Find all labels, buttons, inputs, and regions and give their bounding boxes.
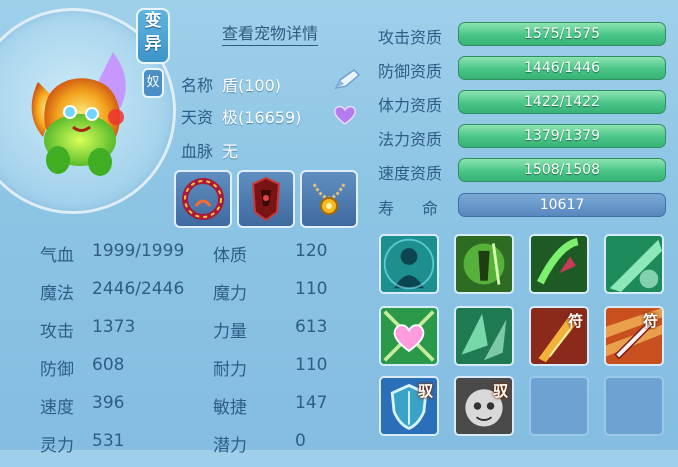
stat-value: 120 xyxy=(295,241,328,261)
lifespan-bar: 10617 xyxy=(458,193,666,217)
skill-tag: 驭 xyxy=(417,382,433,400)
skill-shield-icon[interactable]: 驭 xyxy=(379,376,439,436)
stat-value: 0 xyxy=(295,431,306,451)
skill-red-strike-icon[interactable]: 符 xyxy=(529,306,589,366)
empty-skill-slot[interactable] xyxy=(604,376,664,436)
master-badge: 奴 xyxy=(142,68,164,98)
collar-icon xyxy=(182,178,224,220)
pet-model-image xyxy=(31,52,126,176)
skill-green-shards-icon[interactable] xyxy=(454,306,514,366)
quality-label: 攻击资质 xyxy=(378,28,443,47)
stat-label: 魔力 xyxy=(213,284,247,304)
stat-label: 潜力 xyxy=(213,436,247,456)
quality-label: 法力资质 xyxy=(378,130,443,149)
skill-heart-burst-icon xyxy=(381,308,437,364)
stat-label: 攻击 xyxy=(40,322,74,342)
stat-label: 防御 xyxy=(40,360,74,380)
quality-label: 防御资质 xyxy=(378,62,443,81)
quality-bar: 1575/1575 xyxy=(458,22,666,46)
stat-value: 147 xyxy=(295,393,328,413)
pencil-icon[interactable] xyxy=(332,68,362,92)
equip-armor[interactable] xyxy=(237,170,295,228)
quality-label: 体力资质 xyxy=(378,96,443,115)
skill-light-beam-icon xyxy=(606,236,662,292)
stat-label: 灵力 xyxy=(40,436,74,456)
stat-label: 魔法 xyxy=(40,284,74,304)
quality-bar: 1508/1508 xyxy=(458,158,666,182)
skill-tag: 符 xyxy=(642,312,658,330)
skill-silhouette-icon[interactable] xyxy=(379,234,439,294)
quality-label: 速度资质 xyxy=(378,164,443,183)
skill-green-shards-icon xyxy=(456,308,512,364)
stat-row: 速度 396 敏捷 147 xyxy=(40,393,340,429)
name-value: 盾(100) xyxy=(222,76,282,95)
stat-value: 110 xyxy=(295,355,328,375)
stat-value: 2446/2446 xyxy=(92,279,185,299)
stat-value: 1373 xyxy=(92,317,136,337)
stat-label: 耐力 xyxy=(213,360,247,380)
armor-icon xyxy=(251,176,281,222)
skill-tag: 符 xyxy=(567,312,583,330)
stat-value: 1999/1999 xyxy=(92,241,185,261)
skill-sword-icon[interactable]: 符 xyxy=(604,306,664,366)
stat-value: 110 xyxy=(295,279,328,299)
aptitude-value: 极(16659) xyxy=(222,108,302,127)
bloodline-label: 血脉 xyxy=(181,142,214,161)
stat-label: 力量 xyxy=(213,322,247,342)
quality-bar: 1379/1379 xyxy=(458,124,666,148)
stat-row: 灵力 531 潜力 0 xyxy=(40,431,340,467)
bloodline-value: 无 xyxy=(222,142,239,161)
stat-row: 魔法 2446/2446 魔力 110 xyxy=(40,279,340,315)
aptitude-label: 天资 xyxy=(181,108,214,127)
heart-icon[interactable] xyxy=(333,104,357,126)
skill-claw-icon xyxy=(531,236,587,292)
view-pet-details-link[interactable]: 查看宠物详情 xyxy=(222,20,319,46)
stat-value: 396 xyxy=(92,393,125,413)
quality-bar: 1422/1422 xyxy=(458,90,666,114)
skill-tag: 驭 xyxy=(492,382,508,400)
stat-row: 防御 608 耐力 110 xyxy=(40,355,340,391)
skill-claw-icon[interactable] xyxy=(529,234,589,294)
stat-label: 速度 xyxy=(40,398,74,418)
skill-warrior-icon[interactable] xyxy=(454,234,514,294)
necklace-icon xyxy=(312,183,346,215)
equip-necklace[interactable] xyxy=(300,170,358,228)
stat-row: 气血 1999/1999 体质 120 xyxy=(40,241,340,277)
stat-label: 体质 xyxy=(213,246,247,266)
empty-skill-slot[interactable] xyxy=(529,376,589,436)
skill-light-beam-icon[interactable] xyxy=(604,234,664,294)
mutation-badge: 变 异 xyxy=(136,8,170,64)
lifespan-label: 寿命 xyxy=(378,199,439,218)
quality-bar: 1446/1446 xyxy=(458,56,666,80)
stat-row: 攻击 1373 力量 613 xyxy=(40,317,340,353)
skill-silhouette-icon xyxy=(381,236,437,292)
skill-heart-burst-icon[interactable] xyxy=(379,306,439,366)
stat-value: 613 xyxy=(295,317,328,337)
equip-collar[interactable] xyxy=(174,170,232,228)
name-label: 名称 xyxy=(181,76,214,95)
skill-mask-icon[interactable]: 驭 xyxy=(454,376,514,436)
stat-value: 531 xyxy=(92,431,125,451)
stat-label: 敏捷 xyxy=(213,398,247,418)
skill-warrior-icon xyxy=(456,236,512,292)
stat-value: 608 xyxy=(92,355,125,375)
stat-label: 气血 xyxy=(40,246,74,266)
